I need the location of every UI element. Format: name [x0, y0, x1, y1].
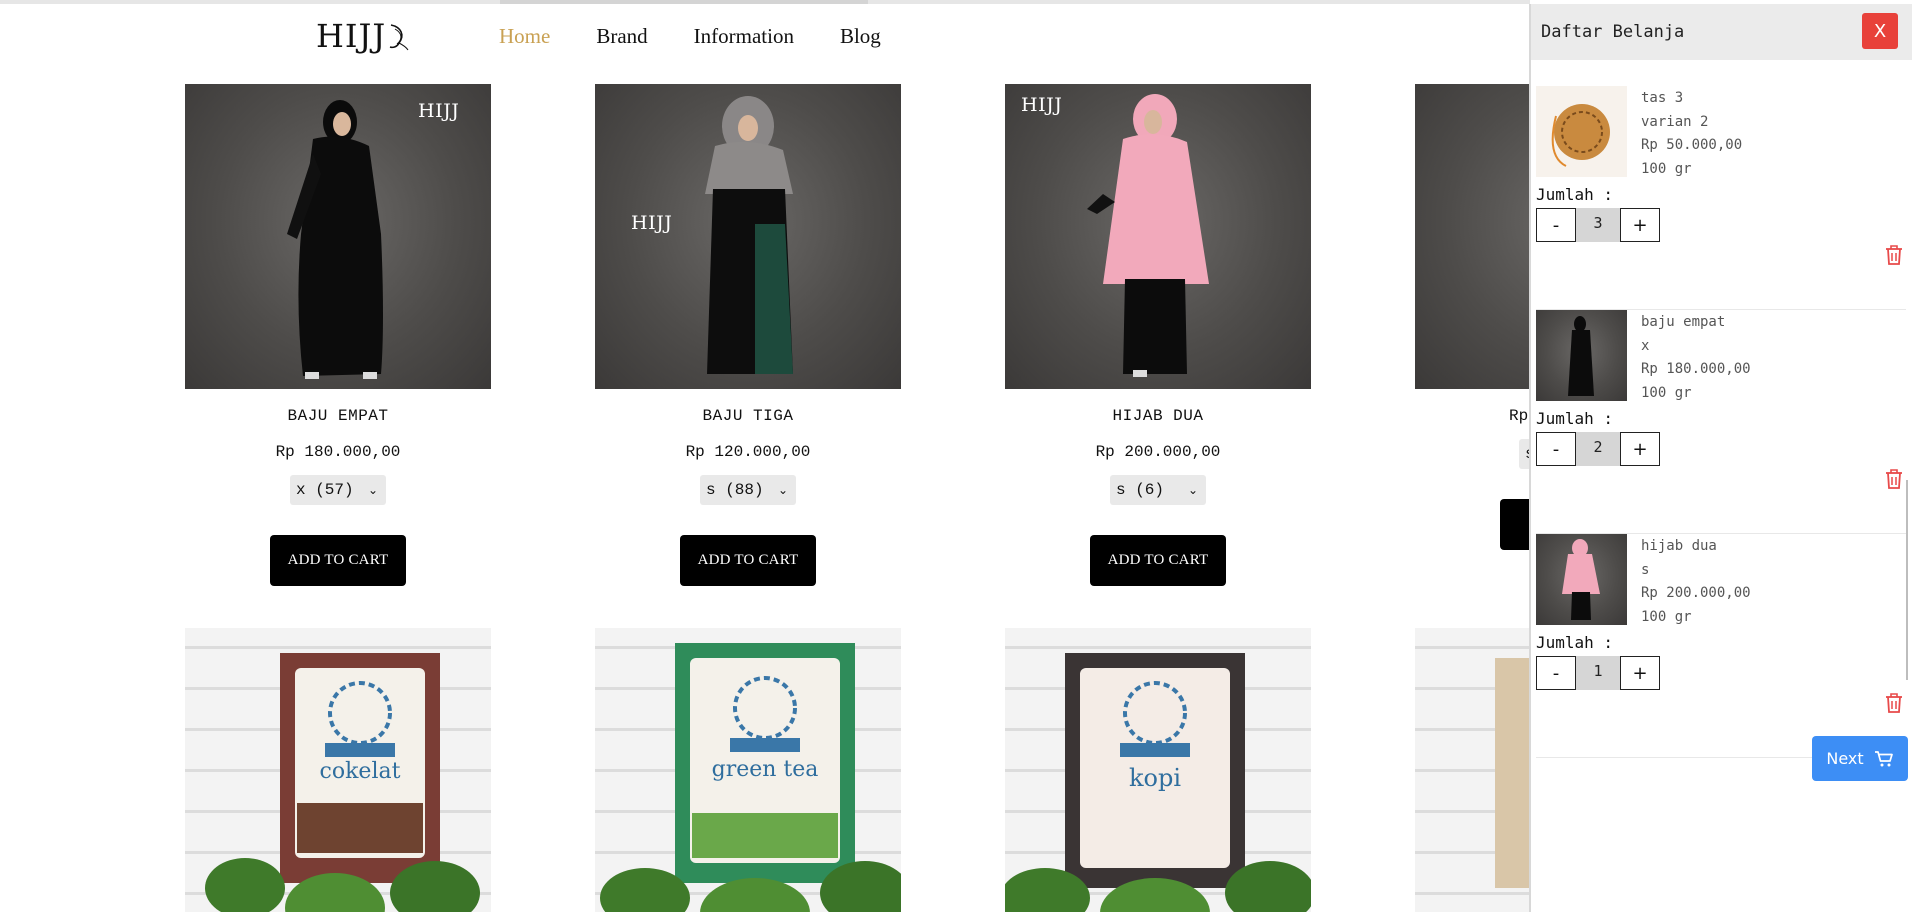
product-image[interactable]: HIJJ — [1005, 84, 1311, 389]
scrollbar[interactable] — [1906, 480, 1908, 680]
cart-item-name: tas 3 — [1641, 90, 1684, 106]
product-image[interactable]: HIJJ — [185, 84, 491, 389]
product-name: HIJAB DUA — [1112, 407, 1204, 425]
variant-value: s (88) — [706, 481, 764, 499]
nav-home[interactable]: Home — [499, 24, 550, 49]
cart-item: baju empat x Rp 180.000,00 100 gr Jumlah… — [1536, 310, 1906, 534]
logo-text: HIJJ — [316, 17, 387, 55]
close-button[interactable]: X — [1862, 13, 1898, 49]
product-card: green tea — [595, 628, 901, 912]
decrease-button[interactable]: - — [1536, 432, 1576, 466]
package-illustration: kopi — [1005, 653, 1311, 912]
product-card: HIJJ BAJU EMPAT Rp 180.000,00 x (57) ⌄ A… — [185, 84, 491, 586]
product-image[interactable]: cokelat — [185, 628, 491, 912]
chevron-down-icon: ⌄ — [1187, 483, 1198, 498]
quantity-stepper: - 3 + — [1536, 208, 1660, 242]
cart-header: Daftar Belanja — [1531, 4, 1912, 60]
quantity-value[interactable]: 1 — [1576, 656, 1620, 690]
cart-item-image — [1536, 534, 1627, 625]
cart-item: tas 3 varian 2 Rp 50.000,00 100 gr Jumla… — [1536, 86, 1906, 310]
cart-title: Daftar Belanja — [1541, 22, 1685, 42]
increase-button[interactable]: + — [1620, 208, 1660, 242]
cart-item-price: Rp 50.000,00 — [1641, 137, 1743, 153]
cart-item-variant: s — [1641, 561, 1650, 578]
chevron-down-icon: ⌄ — [777, 483, 788, 498]
package-title: cokelat — [320, 759, 401, 784]
quantity-value[interactable]: 3 — [1576, 208, 1620, 242]
cart-item-price: Rp 200.000,00 — [1641, 585, 1751, 601]
cart-item-image — [1536, 310, 1627, 401]
top-border-highlight — [500, 0, 868, 4]
increase-button[interactable]: + — [1620, 656, 1660, 690]
product-name: BAJU EMPAT — [287, 407, 389, 425]
bag-thumbnail — [1551, 104, 1610, 167]
add-to-cart-button[interactable]: ADD TO CART — [1090, 535, 1226, 586]
model-figure — [1087, 94, 1209, 377]
package-title: kopi — [1129, 764, 1181, 792]
increase-button[interactable]: + — [1620, 432, 1660, 466]
product-card: HIJJ HIJAB DUA Rp 200.000,00 s (6) ⌄ ADD… — [1005, 84, 1311, 586]
next-button[interactable]: Next — [1812, 736, 1908, 781]
logo-flourish-icon — [389, 24, 409, 51]
nav-brand[interactable]: Brand — [596, 24, 647, 49]
cart-item-details: baju empat x Rp 180.000,00 100 gr — [1641, 311, 1751, 405]
variant-select[interactable]: x (57) ⌄ — [290, 475, 386, 505]
quantity-label: Jumlah : — [1536, 409, 1614, 428]
quantity-label: Jumlah : — [1536, 185, 1614, 204]
chevron-down-icon: ⌄ — [367, 483, 378, 498]
nav-blog[interactable]: Blog — [840, 24, 881, 49]
brand-logo[interactable]: HIJJ — [316, 16, 409, 56]
dress-thumbnail — [1568, 316, 1594, 396]
decrease-button[interactable]: - — [1536, 656, 1576, 690]
cart-item-name: baju empat — [1641, 314, 1726, 330]
product-price: Rp 200.000,00 — [1095, 443, 1221, 461]
variant-value: s (6) — [1116, 481, 1165, 499]
quantity-stepper: - 1 + — [1536, 656, 1660, 690]
package-illustration: green tea — [600, 643, 901, 912]
package-title: green tea — [712, 757, 819, 782]
cart-item-weight: 100 gr — [1641, 384, 1692, 401]
product-name: BAJU TIGA — [702, 407, 794, 425]
hijab-thumbnail — [1562, 539, 1600, 620]
package-illustration: cokelat — [205, 653, 480, 912]
add-to-cart-button[interactable]: ADD TO CART — [680, 535, 816, 586]
quantity-value[interactable]: 2 — [1576, 432, 1620, 466]
variant-select[interactable]: s (88) ⌄ — [700, 475, 796, 505]
cart-item-name: hijab dua — [1641, 538, 1717, 554]
cart-item-price: Rp 180.000,00 — [1641, 361, 1751, 377]
product-image[interactable]: green tea — [595, 628, 901, 912]
trash-icon[interactable] — [1884, 468, 1904, 490]
product-image[interactable]: kopi — [1005, 628, 1311, 912]
cart-item-details: hijab dua s Rp 200.000,00 100 gr — [1641, 535, 1751, 629]
product-card: HIJJ BAJU TIGA Rp 120.000,00 s (88) ⌄ AD… — [595, 84, 901, 586]
product-image[interactable]: HIJJ — [595, 84, 901, 389]
main-nav: Home Brand Information Blog — [499, 24, 927, 49]
cart-item-variant: x — [1641, 337, 1650, 354]
cart-item-weight: 100 gr — [1641, 160, 1692, 177]
model-figure — [287, 100, 383, 379]
product-price: Rp 120.000,00 — [685, 443, 811, 461]
quantity-stepper: - 2 + — [1536, 432, 1660, 466]
add-to-cart-button[interactable]: ADD TO CART — [270, 535, 406, 586]
cart-icon — [1874, 750, 1893, 766]
next-label: Next — [1826, 749, 1864, 768]
product-price: Rp 180.000,00 — [275, 443, 401, 461]
trash-icon[interactable] — [1884, 244, 1904, 266]
trash-icon[interactable] — [1884, 692, 1904, 714]
variant-select[interactable]: s (6) ⌄ — [1110, 475, 1206, 505]
product-card: kopi — [1005, 628, 1311, 912]
cart-item-image — [1536, 86, 1627, 177]
cart-item-details: tas 3 varian 2 Rp 50.000,00 100 gr — [1641, 87, 1742, 181]
quantity-label: Jumlah : — [1536, 633, 1614, 652]
cart-item-weight: 100 gr — [1641, 608, 1692, 625]
variant-value: x (57) — [296, 481, 354, 499]
decrease-button[interactable]: - — [1536, 208, 1576, 242]
cart-item-variant: varian 2 — [1641, 113, 1709, 130]
cart-item: hijab dua s Rp 200.000,00 100 gr Jumlah … — [1536, 534, 1906, 758]
model-figure — [705, 96, 793, 374]
nav-information[interactable]: Information — [694, 24, 794, 49]
product-card: cokelat — [185, 628, 491, 912]
